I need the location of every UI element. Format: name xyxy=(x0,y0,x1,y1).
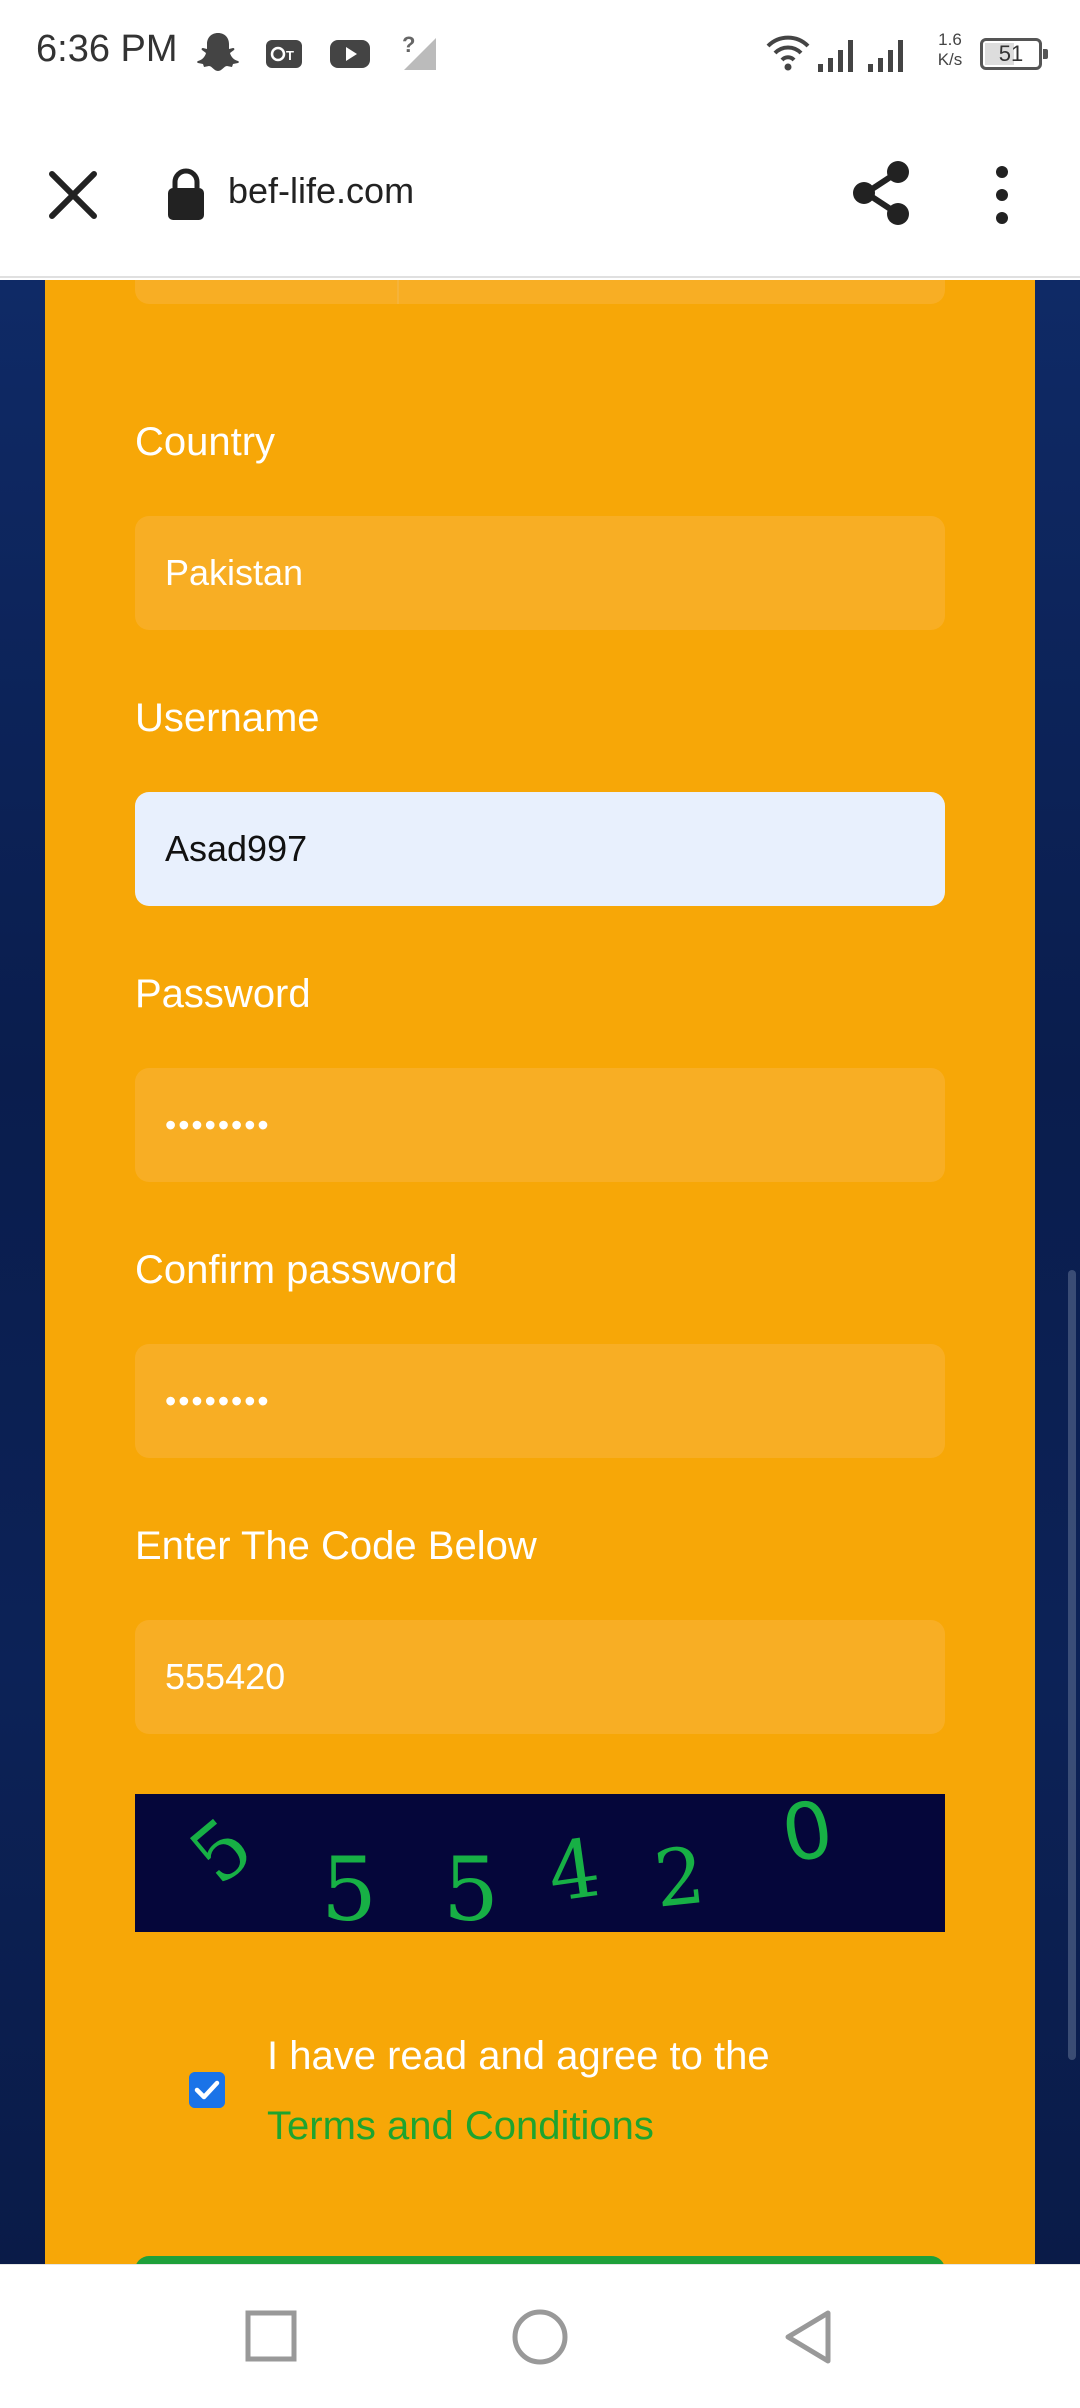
lock-icon xyxy=(168,168,204,220)
svg-text:?: ? xyxy=(402,32,415,57)
terms-agreement: I have read and agree to the Terms and C… xyxy=(135,2020,945,2170)
country-label: Country xyxy=(135,420,276,464)
network-speed: 1.6 K/s xyxy=(928,30,972,70)
signal-icon xyxy=(868,40,903,72)
terms-link[interactable]: Terms and Conditions xyxy=(267,2090,654,2162)
captcha-digit: 5 xyxy=(321,1838,377,1932)
url-text[interactable]: bef-life.com xyxy=(228,170,414,212)
page-scrollbar[interactable] xyxy=(1068,1270,1076,2060)
terms-text: I have read and agree to the xyxy=(267,2034,770,2078)
share-icon[interactable] xyxy=(848,158,914,228)
username-field[interactable]: Asad997 xyxy=(135,792,945,906)
wifi-icon xyxy=(766,35,810,71)
browser-url-bar: bef-life.com xyxy=(0,108,1080,278)
code-label: Enter The Code Below xyxy=(135,1524,537,1568)
network-speed-unit: K/s xyxy=(937,50,963,69)
confirm-password-field[interactable]: •••••••• xyxy=(135,1344,945,1458)
battery-indicator: 51 xyxy=(980,38,1048,70)
input-divider xyxy=(397,280,399,304)
battery-level: 51 xyxy=(998,41,1024,66)
recents-square-icon[interactable] xyxy=(240,2305,304,2369)
close-icon[interactable] xyxy=(38,160,108,230)
password-label: Password xyxy=(135,972,311,1016)
vpn-app-icon: T xyxy=(266,40,302,68)
code-field[interactable]: 555420 xyxy=(135,1620,945,1734)
captcha-digit: 5 xyxy=(443,1838,499,1932)
snapchat-icon xyxy=(197,33,239,71)
more-vert-icon[interactable] xyxy=(984,160,1020,230)
terms-checkbox[interactable] xyxy=(189,2072,225,2108)
status-time: 6:36 PM xyxy=(36,28,178,70)
home-circle-icon[interactable] xyxy=(508,2305,572,2369)
network-speed-value: 1.6 xyxy=(938,30,962,49)
country-field[interactable]: Pakistan xyxy=(135,516,945,630)
username-label: Username xyxy=(135,696,320,740)
signal-icon xyxy=(818,40,853,72)
captcha-digit: 5 xyxy=(174,1801,270,1902)
password-field[interactable]: •••••••• xyxy=(135,1068,945,1182)
page-content: Country Pakistan Username Asad997 Passwo… xyxy=(0,280,1080,2264)
captcha-digit: 0 xyxy=(775,1794,840,1881)
system-nav-bar xyxy=(0,2264,1080,2408)
captcha-digit: 2 xyxy=(650,1831,709,1926)
captcha-digit: 4 xyxy=(542,1821,605,1920)
confirm-password-label: Confirm password xyxy=(135,1248,458,1292)
svg-text:T: T xyxy=(286,48,294,63)
signup-form-card: Country Pakistan Username Asad997 Passwo… xyxy=(45,280,1035,2264)
back-triangle-icon[interactable] xyxy=(778,2305,842,2369)
submit-button[interactable] xyxy=(135,2256,945,2264)
no-signal-icon: ? xyxy=(402,32,436,70)
status-bar: 6:36 PM T ? 1.6 K/s 51 xyxy=(0,0,1080,108)
youtube-icon xyxy=(330,40,370,68)
captcha-image: 5 5 5 4 2 0 xyxy=(135,1794,945,1932)
captcha-digits: 5 5 5 4 2 0 xyxy=(174,1794,840,1932)
partial-input-row[interactable] xyxy=(135,280,945,304)
